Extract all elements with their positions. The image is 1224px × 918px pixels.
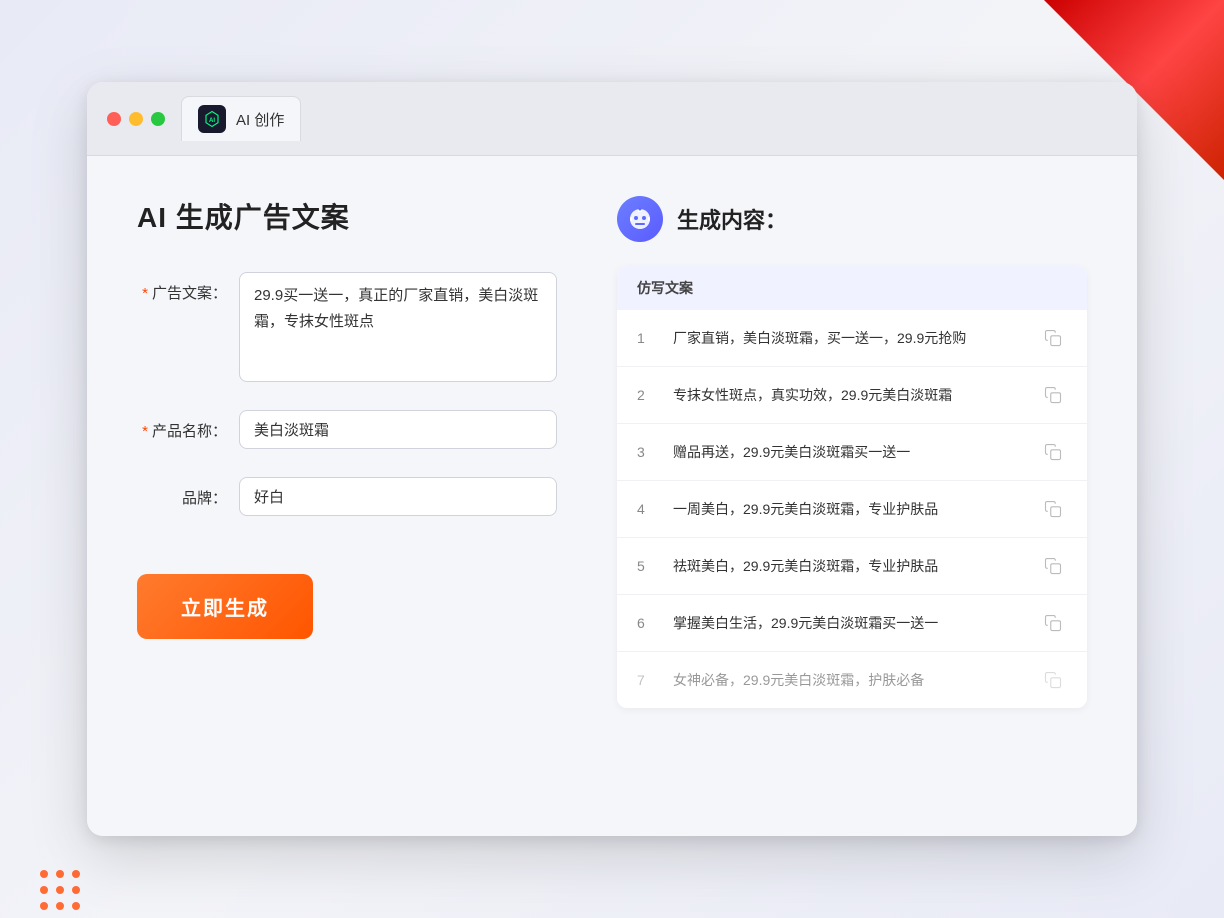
minimize-button[interactable] (129, 112, 143, 126)
table-row: 5 祛斑美白，29.9元美白淡斑霜，专业护肤品 (617, 538, 1087, 595)
results-table: 仿写文案 1 厂家直销，美白淡斑霜，买一送一，29.9元抢购 2 专抹女性斑点，真实… (617, 266, 1087, 708)
copy-button[interactable] (1039, 438, 1067, 466)
ad-copy-label: *广告文案： (137, 272, 227, 303)
maximize-button[interactable] (151, 112, 165, 126)
close-button[interactable] (107, 112, 121, 126)
right-panel: 生成内容： 仿写文案 1 厂家直销，美白淡斑霜，买一送一，29.9元抢购 2 专抹女… (617, 196, 1087, 796)
table-row: 2 专抹女性斑点，真实功效，29.9元美白淡斑霜 (617, 367, 1087, 424)
row-text: 一周美白，29.9元美白淡斑霜，专业护肤品 (673, 499, 1023, 520)
table-header: 仿写文案 (617, 266, 1087, 310)
title-bar: AI AI 创作 (87, 82, 1137, 156)
generate-button[interactable]: 立即生成 (137, 574, 313, 639)
row-number: 7 (637, 672, 657, 688)
browser-window: AI AI 创作 AI 生成广告文案 *广告文案： *产品名称： (87, 82, 1137, 836)
window-controls (107, 112, 165, 126)
row-text: 专抹女性斑点，真实功效，29.9元美白淡斑霜 (673, 385, 1023, 406)
copy-button[interactable] (1039, 324, 1067, 352)
row-number: 2 (637, 387, 657, 403)
page-title: AI 生成广告文案 (137, 196, 557, 236)
required-star-1: * (142, 285, 148, 302)
dot-decoration (40, 870, 48, 878)
active-tab[interactable]: AI AI 创作 (181, 96, 301, 141)
brand-group: 品牌： (137, 477, 557, 516)
row-text: 女神必备，29.9元美白淡斑霜，护肤必备 (673, 670, 1023, 691)
product-name-input[interactable] (239, 410, 557, 449)
tab-icon: AI (198, 105, 226, 133)
table-row: 3 赠品再送，29.9元美白淡斑霜买一送一 (617, 424, 1087, 481)
row-number: 5 (637, 558, 657, 574)
tab-title: AI 创作 (236, 109, 284, 130)
left-panel: AI 生成广告文案 *广告文案： *产品名称： 品牌： 立 (137, 196, 557, 796)
table-row: 1 厂家直销，美白淡斑霜，买一送一，29.9元抢购 (617, 310, 1087, 367)
row-text: 掌握美白生活，29.9元美白淡斑霜买一送一 (673, 613, 1023, 634)
copy-button[interactable] (1039, 381, 1067, 409)
product-name-label: *产品名称： (137, 410, 227, 441)
table-row: 6 掌握美白生活，29.9元美白淡斑霜买一送一 (617, 595, 1087, 652)
main-content: AI 生成广告文案 *广告文案： *产品名称： 品牌： 立 (87, 156, 1137, 836)
required-star-2: * (142, 423, 148, 440)
copy-button[interactable] (1039, 666, 1067, 694)
svg-text:AI: AI (209, 118, 215, 124)
row-text: 赠品再送，29.9元美白淡斑霜买一送一 (673, 442, 1023, 463)
results-rows: 1 厂家直销，美白淡斑霜，买一送一，29.9元抢购 2 专抹女性斑点，真实功效，29… (617, 310, 1087, 708)
copy-button[interactable] (1039, 609, 1067, 637)
results-header: 生成内容： (617, 196, 1087, 242)
brand-input[interactable] (239, 477, 557, 516)
row-number: 6 (637, 615, 657, 631)
row-number: 1 (637, 330, 657, 346)
copy-button[interactable] (1039, 495, 1067, 523)
ad-copy-group: *广告文案： (137, 272, 557, 382)
row-number: 3 (637, 444, 657, 460)
brand-label: 品牌： (137, 477, 227, 508)
ad-copy-input[interactable] (239, 272, 557, 382)
table-row: 7 女神必备，29.9元美白淡斑霜，护肤必备 (617, 652, 1087, 708)
table-row: 4 一周美白，29.9元美白淡斑霜，专业护肤品 (617, 481, 1087, 538)
row-text: 厂家直销，美白淡斑霜，买一送一，29.9元抢购 (673, 328, 1023, 349)
row-text: 祛斑美白，29.9元美白淡斑霜，专业护肤品 (673, 556, 1023, 577)
copy-button[interactable] (1039, 552, 1067, 580)
row-number: 4 (637, 501, 657, 517)
product-name-group: *产品名称： (137, 410, 557, 449)
results-title: 生成内容： (677, 203, 787, 235)
robot-icon (617, 196, 663, 242)
